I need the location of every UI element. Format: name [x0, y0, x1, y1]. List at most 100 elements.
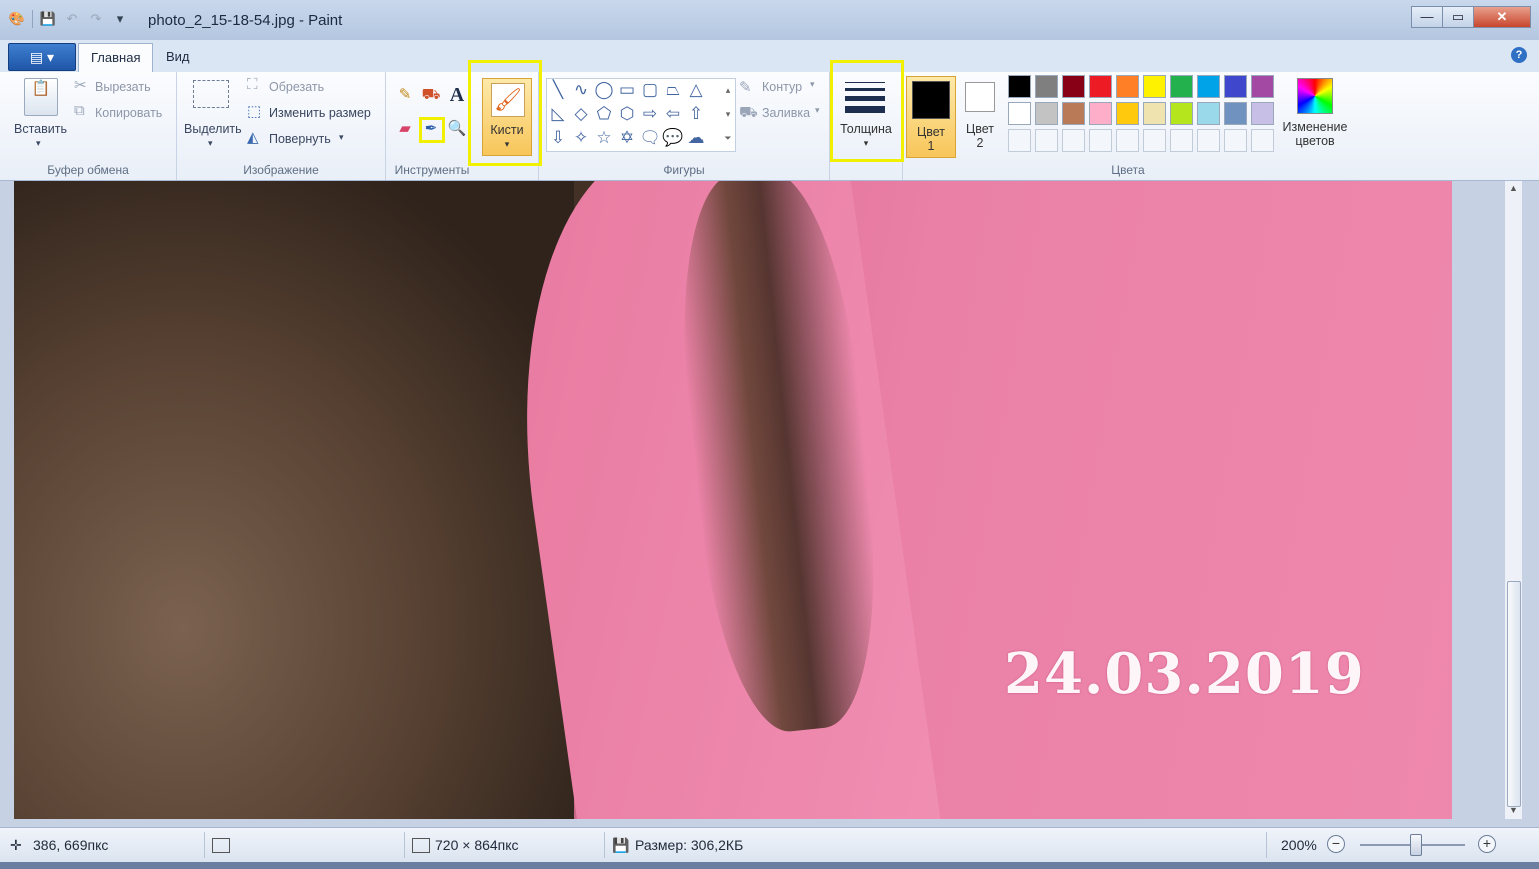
shape-callout-cloud-icon[interactable]: ☁ — [685, 127, 707, 149]
shape-star4-icon[interactable]: ✧ — [570, 127, 592, 149]
palette-swatch[interactable] — [1062, 102, 1085, 125]
tab-home[interactable]: Главная — [78, 43, 154, 72]
palette-swatch[interactable] — [1224, 75, 1247, 98]
tab-view[interactable]: Вид — [154, 43, 202, 71]
shapes-scroll-down-icon[interactable]: ▾ — [717, 103, 739, 125]
palette-swatch[interactable] — [1170, 75, 1193, 98]
shape-arrow-left-icon[interactable]: ⇦ — [662, 103, 684, 125]
magnifier-icon[interactable]: 🔍 — [446, 118, 468, 140]
palette-empty-swatch[interactable] — [1116, 129, 1139, 152]
shape-polygon-icon[interactable]: ⏢ — [662, 79, 684, 101]
shape-right-triangle-icon[interactable]: ◺ — [547, 103, 569, 125]
eraser-icon[interactable]: ▰ — [394, 118, 416, 140]
fill-bucket-icon[interactable]: ⛟ — [420, 84, 442, 106]
paste-dropdown-icon[interactable]: ▾ — [36, 138, 41, 149]
status-separator — [204, 832, 205, 858]
scroll-down-arrow-icon[interactable]: ▼ — [1505, 805, 1522, 815]
palette-swatch[interactable] — [1089, 102, 1112, 125]
fill-button[interactable]: Заливка — [762, 106, 810, 120]
palette-empty-swatch[interactable] — [1062, 129, 1085, 152]
zoom-slider-thumb[interactable] — [1410, 834, 1422, 856]
shape-star5-icon[interactable]: ☆ — [593, 127, 615, 149]
palette-swatch[interactable] — [1251, 75, 1274, 98]
palette-empty-swatch[interactable] — [1035, 129, 1058, 152]
shape-line-icon[interactable]: ╲ — [547, 79, 569, 101]
shape-triangle-icon[interactable]: △ — [685, 79, 707, 101]
palette-empty-swatch[interactable] — [1089, 129, 1112, 152]
qat-customize-icon[interactable]: ▾ — [111, 10, 129, 28]
help-icon[interactable]: ? — [1511, 47, 1527, 63]
select-button[interactable]: Выделить — [184, 122, 242, 136]
palette-empty-swatch[interactable] — [1197, 129, 1220, 152]
shape-arrow-up-icon[interactable]: ⇧ — [685, 103, 707, 125]
shape-arrow-right-icon[interactable]: ⇨ — [639, 103, 661, 125]
rotate-dropdown-icon[interactable]: ▾ — [339, 132, 344, 143]
palette-swatch[interactable] — [1008, 102, 1031, 125]
shapes-more-icon[interactable]: ⏷ — [717, 127, 739, 149]
shapes-scroll-up-icon[interactable]: ▴ — [717, 79, 739, 101]
palette-swatch[interactable] — [1224, 102, 1247, 125]
palette-swatch[interactable] — [1116, 75, 1139, 98]
resize-button[interactable]: Изменить размер — [269, 106, 371, 120]
palette-empty-swatch[interactable] — [1251, 129, 1274, 152]
shape-curve-icon[interactable]: ∿ — [570, 79, 592, 101]
scroll-up-arrow-icon[interactable]: ▲ — [1505, 183, 1522, 193]
cut-button[interactable]: Вырезать — [95, 80, 151, 94]
outline-dropdown-icon[interactable]: ▾ — [810, 79, 815, 90]
copy-button[interactable]: Копировать — [95, 106, 162, 120]
scrollbar-thumb[interactable] — [1507, 581, 1521, 807]
rotate-button[interactable]: Повернуть — [269, 132, 331, 146]
palette-empty-swatch[interactable] — [1170, 129, 1193, 152]
color2-button[interactable]: Цвет 2 — [956, 76, 1004, 156]
color1-button[interactable]: Цвет 1 — [906, 76, 956, 158]
shape-callout-rect-icon[interactable]: 🗨 — [639, 127, 661, 149]
crop-button[interactable]: Обрезать — [269, 80, 324, 94]
outline-button[interactable]: Контур — [762, 80, 802, 94]
fill-dropdown-icon[interactable]: ▾ — [815, 105, 820, 116]
vertical-scrollbar[interactable]: ▲ ▼ — [1504, 181, 1522, 819]
palette-empty-swatch[interactable] — [1008, 129, 1031, 152]
edit-colors-button[interactable]: Изменение цветов — [1278, 76, 1352, 156]
minimize-button[interactable]: — — [1411, 6, 1443, 28]
shape-rectangle-icon[interactable]: ▭ — [616, 79, 638, 101]
text-tool-icon[interactable]: A — [446, 84, 468, 106]
palette-swatch[interactable] — [1008, 75, 1031, 98]
palette-swatch[interactable] — [1062, 75, 1085, 98]
shape-diamond-icon[interactable]: ◇ — [570, 103, 592, 125]
shape-callout-oval-icon[interactable]: 💬 — [662, 127, 684, 149]
paint-app-icon[interactable]: 🎨 — [8, 10, 26, 28]
palette-swatch[interactable] — [1170, 102, 1193, 125]
shape-hexagon-icon[interactable]: ⬡ — [616, 103, 638, 125]
palette-swatch[interactable] — [1251, 102, 1274, 125]
shape-pentagon-icon[interactable]: ⬠ — [593, 103, 615, 125]
palette-empty-swatch[interactable] — [1143, 129, 1166, 152]
shape-arrow-down-icon[interactable]: ⇩ — [547, 127, 569, 149]
select-dropdown-icon[interactable]: ▾ — [208, 138, 213, 149]
select-icon[interactable] — [193, 80, 229, 108]
save-icon[interactable]: 💾 — [39, 10, 57, 28]
palette-swatch[interactable] — [1116, 102, 1139, 125]
palette-empty-swatch[interactable] — [1224, 129, 1247, 152]
shapes-gallery[interactable]: ╲ ∿ ◯ ▭ ▢ ⏢ △ ◺ ◇ ⬠ ⬡ ⇨ ⇦ ⇧ ⇩ ✧ ☆ ✡ 🗨 💬 … — [546, 78, 736, 152]
palette-swatch[interactable] — [1035, 75, 1058, 98]
shape-rounded-rectangle-icon[interactable]: ▢ — [639, 79, 661, 101]
paste-icon[interactable]: 📋 — [24, 78, 58, 116]
zoom-out-button[interactable]: − — [1327, 835, 1345, 853]
zoom-in-button[interactable]: + — [1478, 835, 1496, 853]
palette-swatch[interactable] — [1035, 102, 1058, 125]
maximize-button[interactable]: ▭ — [1442, 6, 1474, 28]
app-menu-button[interactable]: ▤ ▾ — [8, 43, 76, 71]
undo-icon[interactable]: ↶ — [63, 10, 81, 28]
redo-icon[interactable]: ↷ — [87, 10, 105, 28]
close-button[interactable]: ✕ — [1473, 6, 1531, 28]
palette-swatch[interactable] — [1143, 75, 1166, 98]
palette-swatch[interactable] — [1143, 102, 1166, 125]
palette-swatch[interactable] — [1197, 75, 1220, 98]
palette-swatch[interactable] — [1197, 102, 1220, 125]
paste-button[interactable]: Вставить — [14, 122, 67, 136]
shape-star6-icon[interactable]: ✡ — [616, 127, 638, 149]
image-canvas[interactable]: 24.03.2019 — [14, 181, 1452, 819]
shape-oval-icon[interactable]: ◯ — [593, 79, 615, 101]
palette-swatch[interactable] — [1089, 75, 1112, 98]
pencil-icon[interactable]: ✎ — [394, 84, 416, 106]
